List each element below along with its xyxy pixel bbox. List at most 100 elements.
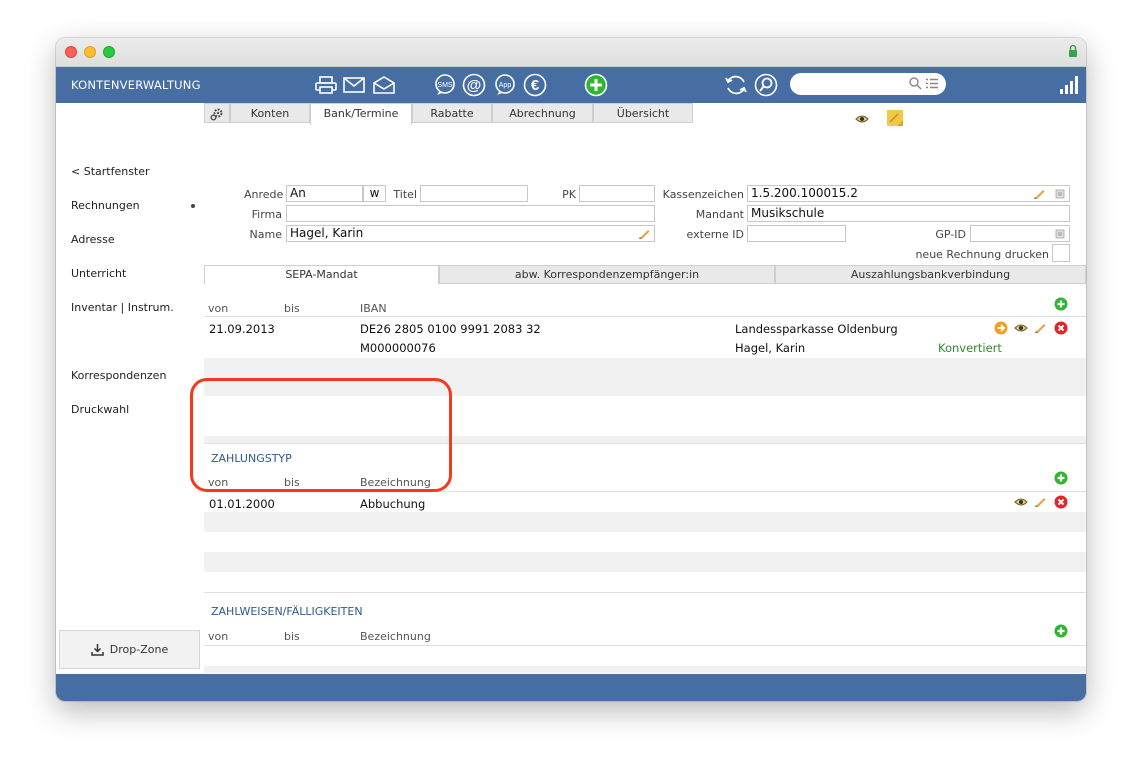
- active-indicator: [191, 204, 195, 208]
- sms-icon[interactable]: SMS: [432, 72, 458, 98]
- column-header-bezeichnung: Bezeichnung: [360, 630, 431, 643]
- subtab-korrespondenzempfaenger[interactable]: abw. Korrespondenzempfänger:in: [439, 265, 775, 284]
- list-picker-icon[interactable]: [1055, 229, 1065, 239]
- sidebar-item-startfenster[interactable]: < Startfenster: [71, 165, 150, 178]
- pencil-icon[interactable]: [1034, 495, 1047, 508]
- sidebar-item-druckwahl[interactable]: Druckwahl: [71, 403, 129, 416]
- empty-row: [204, 666, 1086, 673]
- add-icon[interactable]: [1054, 297, 1068, 311]
- list-icon[interactable]: [926, 78, 938, 89]
- open-mail-icon[interactable]: [372, 72, 396, 98]
- name-label: Name: [249, 228, 282, 241]
- divider: [204, 316, 1086, 317]
- sidebar: < Startfenster Rechnungen Adresse Unterr…: [56, 103, 204, 673]
- firma-label: Firma: [251, 208, 282, 221]
- title-bar: [56, 38, 1086, 67]
- drop-zone-label: Drop-Zone: [109, 643, 169, 656]
- sepa-status: Konvertiert: [938, 341, 1002, 355]
- sidebar-item-inventar[interactable]: Inventar | Instrum.: [71, 301, 174, 314]
- column-header-bis: bis: [284, 302, 300, 315]
- anrede-field[interactable]: An: [286, 185, 363, 202]
- delete-icon[interactable]: [1054, 321, 1068, 335]
- gpid-label: GP-ID: [935, 228, 966, 241]
- sepa-von: 21.09.2013: [209, 322, 275, 336]
- sepa-iban: DE26 2805 0100 9991 2083 32: [360, 322, 541, 336]
- tab-rabatte[interactable]: Rabatte: [412, 103, 492, 123]
- app-title: KONTENVERWALTUNG: [71, 78, 201, 92]
- drop-zone[interactable]: Drop-Zone: [59, 630, 200, 669]
- main-toolbar: KONTENVERWALTUNG SMS @ App €: [56, 67, 1086, 103]
- sidebar-item-korrespondenzen[interactable]: Korrespondenzen: [71, 369, 166, 382]
- sepa-holder: Hagel, Karin: [735, 341, 806, 355]
- tab-settings[interactable]: [204, 103, 230, 123]
- status-bar: [56, 674, 1086, 701]
- lock-icon[interactable]: [1068, 44, 1078, 58]
- firma-field[interactable]: [286, 205, 655, 222]
- sidebar-item-adresse[interactable]: Adresse: [71, 233, 115, 246]
- tab-konten[interactable]: Konten: [230, 103, 310, 123]
- tab-bank-termine[interactable]: Bank/Termine: [310, 103, 412, 125]
- tab-uebersicht[interactable]: Übersicht: [593, 103, 693, 123]
- gear-icon: [210, 108, 223, 121]
- kassenzeichen-field[interactable]: 1.5.200.100015.2: [747, 185, 1070, 202]
- sidebar-item-unterricht[interactable]: Unterricht: [71, 267, 126, 280]
- empty-row: [204, 512, 1086, 532]
- search-field[interactable]: [790, 73, 946, 95]
- subtab-auszahlungsbankverbindung[interactable]: Auszahlungsbankverbindung: [775, 265, 1086, 284]
- download-icon: [91, 644, 104, 656]
- pencil-icon[interactable]: [1034, 321, 1047, 334]
- subtab-sepa-mandat[interactable]: SEPA-Mandat: [204, 265, 439, 284]
- column-header-bis: bis: [284, 630, 300, 643]
- search-icon[interactable]: [753, 72, 779, 98]
- tab-abrechnung[interactable]: Abrechnung: [492, 103, 593, 123]
- mail-icon[interactable]: [342, 72, 366, 98]
- add-icon[interactable]: [1054, 624, 1068, 638]
- zoom-window-button[interactable]: [103, 46, 115, 58]
- sync-icon[interactable]: [723, 72, 749, 98]
- add-icon[interactable]: [1054, 471, 1068, 485]
- at-icon[interactable]: @: [461, 72, 487, 98]
- app-icon[interactable]: App: [492, 72, 518, 98]
- mandant-field[interactable]: Musikschule: [747, 205, 1070, 222]
- zahlungstyp-von: 01.01.2000: [209, 497, 275, 511]
- externe-id-label: externe ID: [686, 228, 744, 241]
- anrede-gender-field[interactable]: w: [363, 185, 386, 202]
- zahlungstyp-bezeichnung: Abbuchung: [360, 497, 426, 511]
- divider: [204, 645, 1086, 646]
- externe-id-field[interactable]: [747, 225, 846, 242]
- column-header-von: von: [208, 302, 229, 315]
- anrede-label: Anrede: [244, 188, 284, 201]
- pencil-icon[interactable]: [1033, 187, 1046, 200]
- delete-icon[interactable]: [1054, 495, 1068, 509]
- section-title-zahlweisen: ZAHLWEISEN/FÄLLIGKEITEN: [211, 605, 363, 618]
- note-icon[interactable]: [886, 109, 904, 127]
- svg-text:@: @: [467, 77, 482, 94]
- add-icon[interactable]: [583, 72, 609, 98]
- name-field[interactable]: Hagel, Karin: [286, 225, 655, 242]
- sidebar-item-rechnungen[interactable]: Rechnungen: [71, 199, 140, 212]
- svg-text:SMS: SMS: [437, 82, 453, 89]
- subtab-bar: SEPA-Mandat abw. Korrespondenzempfänger:…: [204, 265, 1086, 284]
- sepa-mandat: M000000076: [360, 341, 436, 355]
- bars-icon[interactable]: [1056, 72, 1080, 98]
- pencil-icon[interactable]: [638, 227, 651, 240]
- magnifier-icon: [909, 77, 922, 90]
- column-header-von: von: [208, 630, 229, 643]
- eye-icon[interactable]: [1014, 497, 1028, 507]
- eye-icon[interactable]: [855, 114, 869, 124]
- list-picker-icon[interactable]: [1055, 189, 1065, 199]
- neue-rechnung-checkbox[interactable]: [1052, 244, 1070, 262]
- minimize-window-button[interactable]: [84, 46, 96, 58]
- column-header-iban: IBAN: [360, 302, 387, 315]
- pk-label: PK: [562, 188, 576, 201]
- app-window: KONTENVERWALTUNG SMS @ App € < Startfens…: [56, 38, 1086, 701]
- highlight-annotation: [190, 378, 452, 492]
- titel-field[interactable]: [420, 185, 528, 202]
- printer-icon[interactable]: [314, 72, 338, 98]
- arrow-right-icon[interactable]: [994, 321, 1008, 335]
- eye-icon[interactable]: [1014, 323, 1028, 333]
- empty-row: [204, 552, 1086, 572]
- sepa-bank: Landessparkasse Oldenburg: [735, 322, 898, 336]
- close-window-button[interactable]: [65, 46, 77, 58]
- euro-icon[interactable]: €: [522, 72, 548, 98]
